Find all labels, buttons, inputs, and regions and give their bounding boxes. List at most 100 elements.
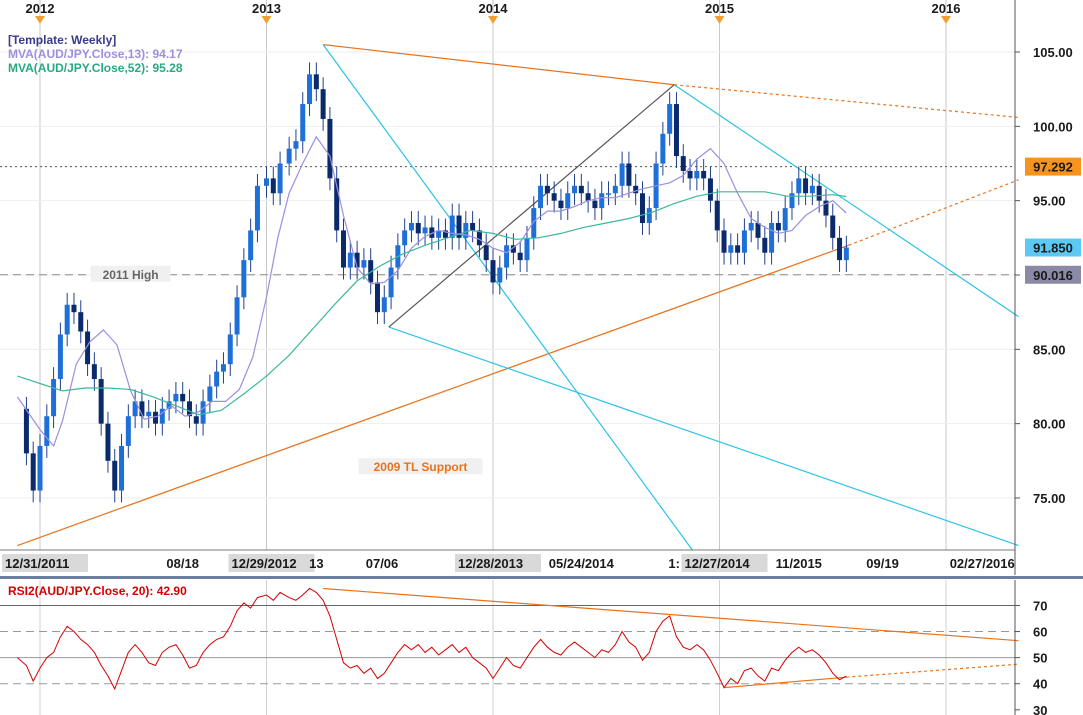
candle-body [626,163,632,186]
rsi-axis-ticks: 70 60 50 40 30 [1015,598,1047,715]
candle-body [680,156,686,171]
rsi-tick-label: 30 [1033,703,1047,715]
year-marker-label: 2015 [705,1,734,16]
date-tick-label: 09/19 [866,556,899,571]
candle-body [388,267,394,298]
candle-body [843,247,849,261]
price-tick-label: 75.00 [1033,491,1066,506]
candle-body [30,453,36,491]
candle-body [646,208,652,223]
candle-body [701,170,707,179]
rsi-horizontal-levels [0,604,1015,685]
price-tags: 97.292 91.850 90.016 [1025,157,1081,284]
candle-body [606,193,612,195]
candle-body [599,193,605,209]
date-tick-label: 08/18 [166,556,199,571]
candle-body [544,185,550,194]
candle-body [214,371,220,387]
candle-body [531,208,537,238]
price-tick-label: 80.00 [1033,417,1066,432]
svg-text:MVA(AUD/JPY.Close,52): 95.28: MVA(AUD/JPY.Close,52): 95.28 [8,61,183,75]
candle-body [707,178,713,201]
candle-body [741,230,747,253]
candle-body [347,252,353,268]
candle-body [200,401,206,424]
candle-body [673,104,679,157]
legend-rsi: RSI2(AUD/JPY.Close, 20): 42.90 [8,584,187,598]
price-tick-label: 85.00 [1033,342,1066,357]
year-marker-label: 2014 [479,1,509,16]
candle-body [254,185,260,231]
date-tick-label: 12/27/2014 [685,556,751,571]
candle-body [694,170,700,179]
date-tick-label: 02/27/2016 [950,556,1015,571]
candle-body [490,260,496,283]
rsi-tick-label: 70 [1033,598,1047,613]
candle-body [361,260,367,268]
legend-ma13-name: MVA(AUD/JPY.Close,13) [8,47,145,61]
candle-body [220,364,226,372]
chart-canvas: 2011 High 2009 TL Support 105.00 100.00 95.… [0,0,1083,715]
candle-body [146,411,152,417]
candle-body [125,416,131,446]
candle-body [180,393,186,402]
candle-body [551,193,557,201]
candle-body [408,222,414,231]
candle-body [748,222,754,231]
legend-ma52-name: MVA(AUD/JPY.Close,52) [8,61,145,75]
rsi-line [17,587,847,691]
year-marker-label: 2016 [932,1,961,16]
candle-body [592,200,598,209]
level-label-2011-high: 2011 High [103,268,159,282]
date-tick-label: 12/31/2011 [5,556,69,571]
legend-rsi-value: 42.90 [157,584,187,598]
legend-ma13-value: 94.17 [153,47,183,61]
candle-body [64,304,70,335]
candle-body [112,460,118,491]
candle-body [721,230,727,253]
candle-body [714,200,720,231]
rsi-trendlines [323,587,1019,689]
candle-body [105,423,111,461]
candle-body [578,185,584,194]
candle-body [476,230,482,246]
rsi-rsi-support [723,676,847,689]
candle-body [381,297,387,313]
candle-body [241,260,247,298]
candle-body [227,334,233,365]
legend-ma52: MVA(AUD/JPY.Close,52): 95.28 [8,61,183,75]
candle-body [37,445,43,491]
candle-body [538,185,544,209]
candle-body [307,74,313,105]
candle-body [572,185,578,194]
candle-body [415,222,421,234]
candle-body [327,118,333,179]
price-tag-label: 97.292 [1033,160,1073,175]
rsi-rsi-resistance [323,587,1019,642]
rsi-trendline-extension [846,663,1019,678]
svg-text:MVA(AUD/JPY.Close,13): 94.17: MVA(AUD/JPY.Close,13): 94.17 [8,47,183,61]
candle-body [837,237,843,261]
candle-body [612,185,618,194]
rsi-panel [0,580,1019,715]
candle-body [119,445,125,491]
candle-body [91,364,97,380]
candle-body [667,104,673,134]
template-label: [Template: Weekly] [8,33,116,47]
candle-body [470,222,476,231]
date-tick-label: 1: [668,556,680,571]
date-tick-label: 07/06 [366,556,399,571]
price-tag-label: 90.016 [1033,268,1073,283]
candle-body [483,245,489,261]
candle-body [51,379,57,417]
candle-body [341,230,347,268]
price-panel: 2011 High 2009 TL Support [0,0,1019,551]
svg-text:RSI2(AUD/JPY.Close, 20): 42.90: RSI2(AUD/JPY.Close, 20): 42.90 [8,584,187,598]
candle-body [286,148,292,164]
candle-body [374,282,380,313]
candle-body [524,237,530,261]
date-axis-ticks: 12/31/2011 08/18 12/29/2012 13 07/06 12/28/20… [2,554,1015,572]
candle-body [313,74,319,90]
candle-body [782,208,788,231]
candle-body [402,230,408,246]
